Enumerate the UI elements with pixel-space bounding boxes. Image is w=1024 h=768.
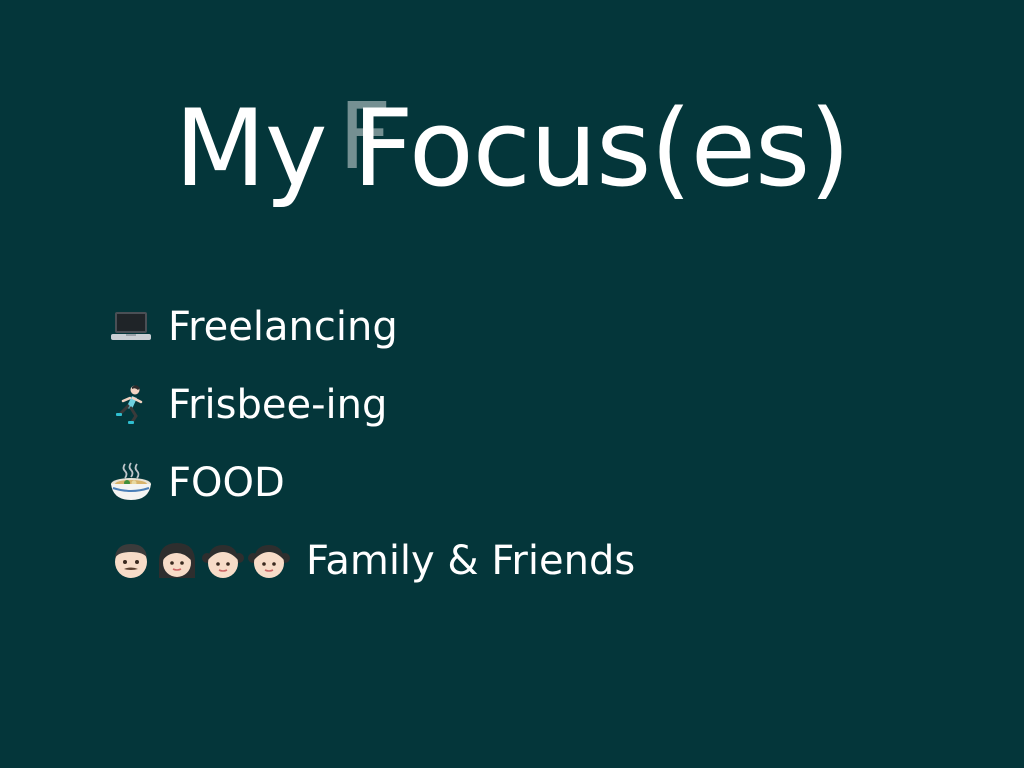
laptop-icon [108, 304, 154, 350]
title-ghost-letter: F [338, 83, 392, 190]
title-word-my: My [174, 87, 327, 210]
title-focus-wrap: F Focus(es) [339, 74, 851, 224]
family-faces-icon [108, 538, 292, 584]
woman-face-icon [154, 538, 200, 584]
item-label-food: FOOD [168, 460, 285, 506]
list-item-freelancing: Freelancing [108, 288, 635, 366]
list-item-frisbee: Frisbee-ing [108, 366, 635, 444]
slide: My F Focus(es) Freelancing Frisbee-ing F… [0, 0, 1024, 768]
man-face-icon [108, 538, 154, 584]
running-woman-icon [108, 382, 154, 428]
title-word-focus: Focus(es) [352, 87, 851, 210]
list-item-family: Family & Friends [108, 522, 635, 600]
item-label-family: Family & Friends [306, 538, 636, 584]
item-label-freelancing: Freelancing [168, 304, 398, 350]
list-item-food: FOOD [108, 444, 635, 522]
slide-title: My F Focus(es) [0, 74, 1024, 224]
girl-face-icon [200, 538, 246, 584]
focus-list: Freelancing Frisbee-ing FOOD Family & Fr… [108, 288, 635, 600]
steaming-bowl-icon [108, 460, 154, 506]
girl-face-icon-2 [246, 538, 292, 584]
item-label-frisbee: Frisbee-ing [168, 382, 388, 428]
